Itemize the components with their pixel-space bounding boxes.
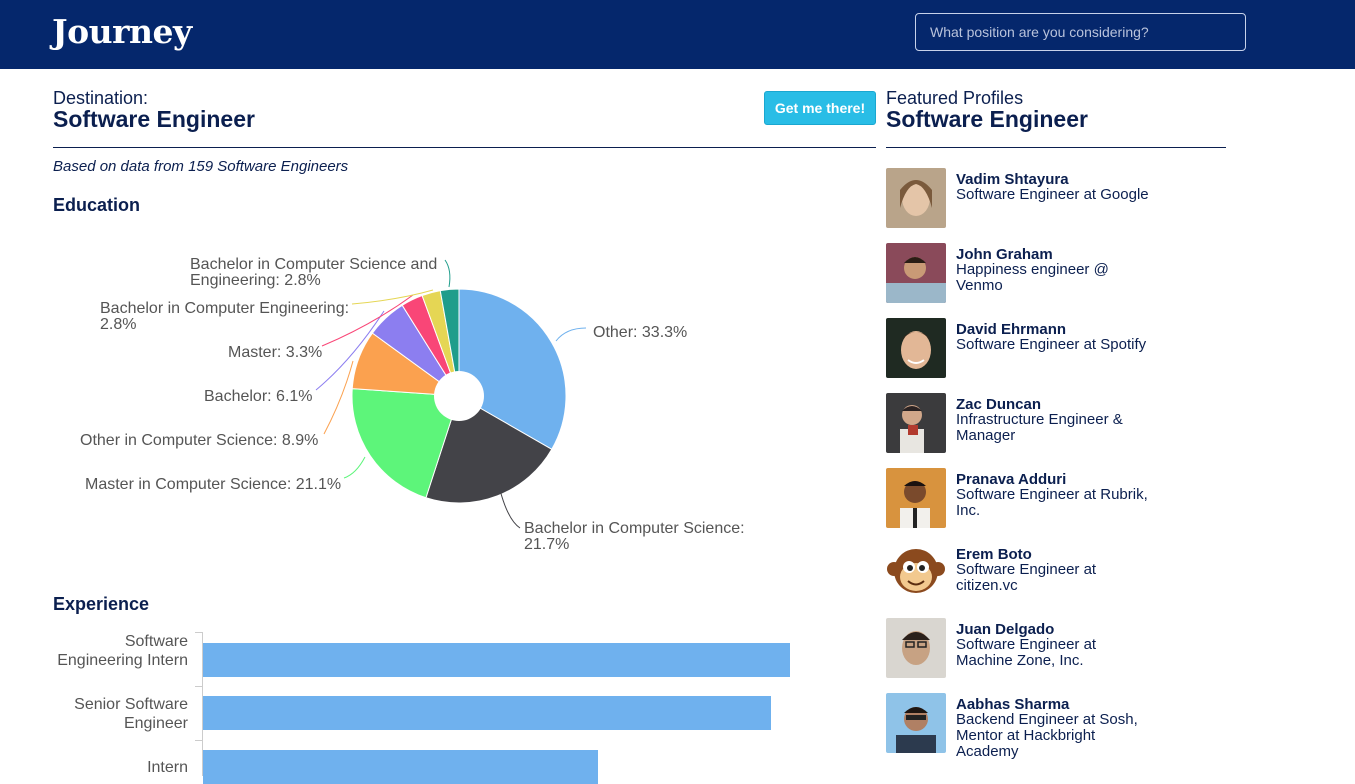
pie-label-master-cs: Master in Computer Science: 21.1% (85, 476, 342, 493)
axis-tick (195, 740, 202, 741)
profile-card[interactable]: Erem Boto Software Engineer at citizen.v… (886, 543, 1226, 605)
bar-software-engineering-intern (203, 643, 790, 677)
axis-tick (195, 686, 202, 687)
pie-label-bachelor-cs: Bachelor in Computer Science: 21.7% (524, 520, 745, 553)
avatar (886, 468, 946, 528)
brand-logo[interactable]: Journey (52, 12, 192, 51)
profile-role: Software Engineer at Machine Zone, Inc. (956, 636, 1097, 669)
experience-bar-chart: Software Engineering Intern Senior Softw… (0, 625, 880, 784)
bar-category-label: Intern (147, 759, 188, 776)
pie-connector-0 (555, 327, 587, 342)
pie-connector-2 (343, 456, 366, 479)
pie-connector-1 (499, 489, 521, 529)
profile-role: Software Engineer at Google (956, 186, 1149, 203)
profile-card[interactable]: John Graham Happiness engineer @ Venmo (886, 243, 1226, 305)
avatar (886, 693, 946, 753)
bar-intern (203, 750, 599, 784)
destination-title: Software Engineer (53, 106, 255, 132)
pie-connector-3 (323, 360, 354, 435)
profile-role: Backend Engineer at Sosh, Mentor at Hack… (956, 711, 1138, 760)
position-search-input[interactable] (915, 13, 1246, 51)
monkey-avatar-icon (886, 543, 946, 603)
profile-card[interactable]: Juan Delgado Software Engineer at Machin… (886, 618, 1226, 680)
education-heading: Education (53, 195, 141, 215)
profile-role: Software Engineer at Spotify (956, 336, 1147, 353)
profile-card[interactable]: Aabhas Sharma Backend Engineer at Sosh, … (886, 693, 1226, 760)
donut-hole (434, 371, 484, 421)
pie-label-other-cs: Other in Computer Science: 8.9% (80, 432, 319, 449)
axis-tick (195, 632, 202, 633)
avatar (886, 393, 946, 453)
pie-label-bachelor-ce: Bachelor in Computer Engineering: 2.8% (100, 300, 350, 333)
bar-category-label: Senior Software Engineer (74, 696, 188, 732)
avatar (886, 243, 946, 303)
avatar (886, 168, 946, 228)
profile-role: Happiness engineer @ Venmo (956, 261, 1109, 294)
get-me-there-button[interactable]: Get me there! (764, 91, 876, 125)
avatar (886, 318, 946, 378)
avatar (886, 618, 946, 678)
profile-role: Software Engineer at Rubrik, Inc. (956, 486, 1148, 519)
experience-heading: Experience (53, 594, 150, 614)
profile-card[interactable]: Zac Duncan Infrastructure Engineer & Man… (886, 393, 1226, 455)
pie-label-bachelor-cse: Bachelor in Computer Science and Enginee… (190, 256, 438, 289)
data-source-note: Based on data from 159 Software Engineer… (53, 158, 349, 175)
pie-label-other: Other: 33.3% (593, 324, 688, 341)
pie-label-master: Master: 3.3% (228, 344, 323, 361)
bar-senior-software-engineer (203, 696, 771, 730)
profile-role: Software Engineer at citizen.vc (956, 561, 1097, 594)
divider (53, 147, 876, 148)
featured-profiles-title: Software Engineer (886, 106, 1088, 132)
top-bar: Journey (0, 0, 1355, 69)
divider (886, 147, 1226, 148)
bar-category-label: Software Engineering Intern (57, 633, 188, 669)
profile-card[interactable]: Vadim Shtayura Software Engineer at Goog… (886, 168, 1226, 230)
profile-card[interactable]: David Ehrmann Software Engineer at Spoti… (886, 318, 1226, 380)
profile-card[interactable]: Pranava Adduri Software Engineer at Rubr… (886, 468, 1226, 530)
pie-label-bachelor: Bachelor: 6.1% (204, 388, 313, 405)
profile-role: Infrastructure Engineer & Manager (956, 411, 1123, 444)
